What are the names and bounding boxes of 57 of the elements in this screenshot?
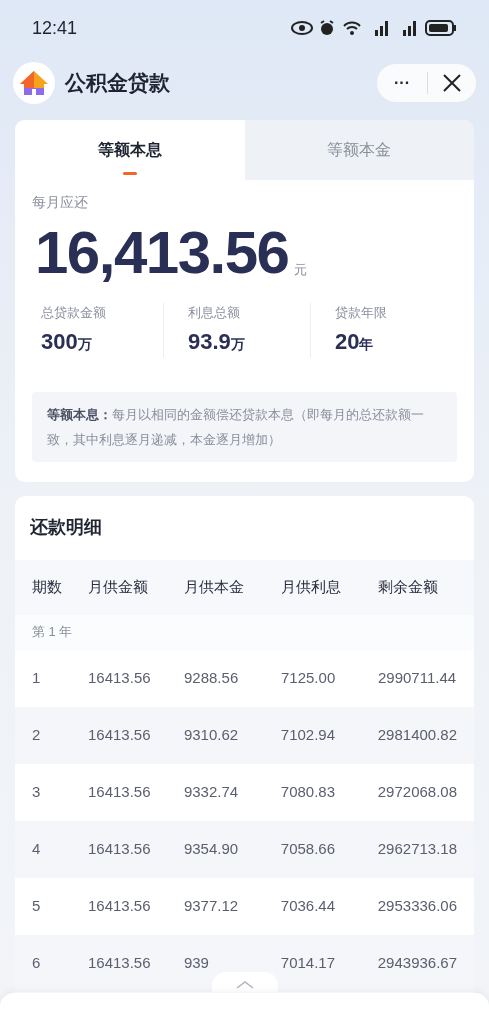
wifi-icon: [341, 20, 363, 36]
table-cell-text: 16413.56: [88, 667, 152, 688]
stat-label: 贷款年限: [335, 304, 388, 322]
eye-icon: [291, 21, 313, 35]
table-cell-text: 4: [32, 838, 42, 859]
stat-value: 93.9万: [188, 327, 246, 356]
table-cell-text: 9332.74: [183, 781, 240, 802]
table-cell-text: 7080.83: [280, 781, 337, 802]
page-title: 公积金贷款: [65, 70, 170, 97]
close-icon: [442, 73, 462, 93]
monthly-label: 每月应还: [32, 193, 89, 212]
table-cell-text: 2962713.18: [377, 838, 457, 859]
table-cell-text: 2943936.67: [377, 952, 457, 973]
year-group: 第 1 年: [32, 622, 73, 642]
more-button[interactable]: ···: [377, 71, 427, 95]
column-header: 期数: [32, 576, 63, 597]
column-header: 月供利息: [281, 576, 342, 597]
stat-value: 20年: [335, 327, 375, 356]
column-header: 剩余金额: [378, 576, 439, 597]
stat-label: 利息总额: [188, 304, 241, 322]
table-cell-text: 9310.62: [183, 724, 240, 745]
note-text: 等额本息：每月以相同的金额偿还贷款本息（即每月的总还款额一致，其中利息逐月递减，本金逐月增加）: [47, 406, 424, 447]
column-header: 月供本金: [184, 576, 245, 597]
table-cell-text: 939: [183, 952, 210, 973]
table-cell-text: 9377.12: [183, 895, 240, 916]
table-cell-text: 2990711.44: [378, 667, 457, 688]
app-logo: [13, 62, 55, 104]
table-cell-text: 16413.56: [87, 895, 152, 916]
battery-icon: [425, 20, 457, 36]
table-cell-text: 2953336.06: [377, 895, 457, 916]
status-time: 12:41: [32, 16, 78, 40]
table-cell-text: 2: [32, 724, 42, 745]
table-cell-text: 2972068.08: [377, 781, 457, 802]
table-cell-text: 7058.66: [280, 838, 337, 859]
table-cell-text: 1: [32, 667, 42, 688]
table-cell-text: 7014.17: [280, 952, 337, 973]
stat-label: 总贷款金额: [41, 304, 107, 322]
details-title: 还款明细: [29, 516, 103, 539]
stat-value: 300万: [41, 327, 93, 356]
chevron-up-icon: [236, 981, 254, 989]
table-cell-text: 2981400.82: [377, 724, 457, 745]
table-cell-text: 9354.90: [183, 838, 240, 859]
table-cell-text: 7102.94: [280, 724, 337, 745]
table-cell-text: 7125.00: [281, 667, 337, 688]
table-cell-text: 16413.56: [87, 781, 152, 802]
table-cell-text: 9288.56: [184, 667, 240, 688]
monthly-amount: 16,413.56: [34, 218, 289, 288]
table-cell-text: 16413.56: [87, 724, 152, 745]
table-cell-text: 3: [32, 781, 42, 802]
table-cell-text: 7036.44: [280, 895, 337, 916]
alarm-icon: [319, 20, 335, 36]
table-cell-text: 6: [32, 952, 42, 973]
table-cell-text: 5: [32, 895, 42, 916]
column-header: 月供金额: [88, 576, 149, 597]
table-cell-text: 16413.56: [87, 952, 152, 973]
amount-unit: 元: [294, 260, 308, 279]
table-cell-text: 16413.56: [87, 838, 152, 859]
